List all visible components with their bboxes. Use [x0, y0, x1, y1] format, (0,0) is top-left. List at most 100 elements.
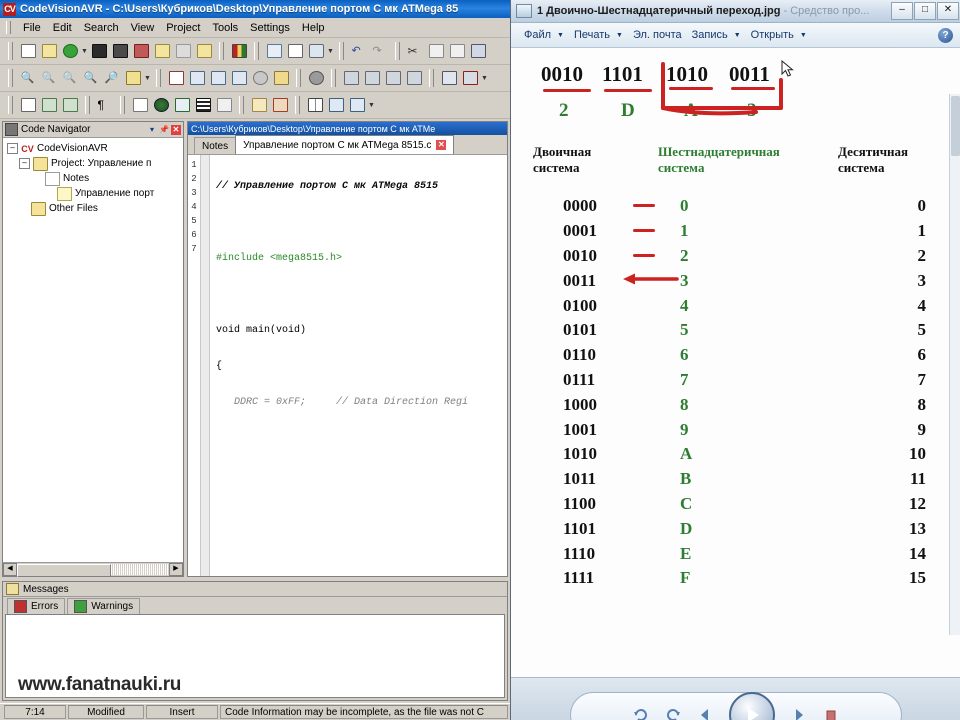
cut-button[interactable]: ✂: [405, 41, 425, 61]
open-file-button[interactable]: [39, 41, 59, 61]
page-setup-button[interactable]: [285, 41, 305, 61]
scrollbar-track[interactable]: [17, 564, 169, 577]
print-preview-button[interactable]: [264, 41, 284, 61]
code-navigator-toggle-button[interactable]: [130, 95, 150, 115]
window-dropdown-icon[interactable]: ▼: [368, 95, 375, 115]
refresh-project-button[interactable]: [173, 41, 193, 61]
toolbar-grip-5[interactable]: [395, 42, 400, 60]
toolbar3-grip[interactable]: [8, 96, 13, 114]
toolbar-item-email[interactable]: Эл. почта: [628, 29, 687, 41]
block-unindent-button[interactable]: [60, 95, 80, 115]
find-button[interactable]: 🔍: [18, 68, 38, 88]
library-button[interactable]: [229, 41, 249, 61]
toolbar2-grip-5[interactable]: [429, 69, 434, 87]
tab-errors[interactable]: Errors: [7, 598, 66, 614]
scrollbar-thumb[interactable]: [17, 564, 111, 577]
viewer-vertical-scrollbar[interactable]: [949, 94, 960, 635]
build-button[interactable]: [187, 68, 207, 88]
pin-icon[interactable]: 📌: [159, 125, 169, 135]
maximize-button[interactable]: □: [914, 2, 936, 20]
toolbar-item-burn[interactable]: Запись: [687, 29, 733, 41]
toolbar3-grip-3[interactable]: [120, 96, 125, 114]
cascade-windows-button[interactable]: [347, 95, 367, 115]
rebuild-button[interactable]: [229, 68, 249, 88]
messages-list[interactable]: [5, 614, 505, 698]
open-caret-icon[interactable]: ▼: [799, 32, 812, 39]
tile-vertical-button[interactable]: [305, 95, 325, 115]
toolbar-grip-4[interactable]: [339, 42, 344, 60]
save-as-button[interactable]: [110, 41, 130, 61]
indent-button[interactable]: [18, 95, 38, 115]
menu-item-search[interactable]: Search: [78, 21, 125, 35]
menu-grip[interactable]: [6, 21, 11, 34]
information-button[interactable]: [306, 68, 326, 88]
bookmark-4-button[interactable]: [404, 68, 424, 88]
find-next-button[interactable]: 🔍: [39, 68, 59, 88]
toolbar-item-file[interactable]: Файл: [519, 29, 556, 41]
toolbar2-grip[interactable]: [8, 69, 13, 87]
code-text-area[interactable]: // Управление портом С мк ATMega 8515 #i…: [210, 155, 507, 576]
print-dropdown-icon[interactable]: ▼: [327, 41, 334, 61]
image-canvas[interactable]: 0010 1101 1010 0011 2 D A 3 Двоичная сис…: [511, 48, 960, 677]
scroll-left-arrow-icon[interactable]: ◀: [3, 563, 17, 576]
previous-image-icon[interactable]: [697, 707, 713, 720]
copy-button[interactable]: [426, 41, 446, 61]
show-paragraph-marks-button[interactable]: ¶: [95, 95, 115, 115]
rotate-right-icon[interactable]: [665, 707, 681, 720]
close-icon[interactable]: ✕: [171, 124, 181, 135]
close-button[interactable]: ✕: [937, 2, 959, 20]
tools-dropdown-icon[interactable]: ▼: [481, 68, 488, 88]
save-all-button[interactable]: [131, 41, 151, 61]
tree-item-codevisionavr[interactable]: – CV CodeVisionAVR: [5, 141, 181, 156]
navigator-horizontal-scrollbar[interactable]: ◀ ▶: [3, 562, 183, 577]
toolbar3-grip-4[interactable]: [239, 96, 244, 114]
burn-caret-icon[interactable]: ▼: [733, 32, 746, 39]
find-previous-button[interactable]: 🔍: [60, 68, 80, 88]
scrollbar-thumb[interactable]: [951, 96, 960, 156]
menu-item-tools[interactable]: Tools: [206, 21, 244, 35]
toolbar-grip-3[interactable]: [254, 42, 259, 60]
close-file-button[interactable]: [152, 41, 172, 61]
menu-item-help[interactable]: Help: [296, 21, 331, 35]
print-caret-icon[interactable]: ▼: [615, 32, 628, 39]
chip-programmer-button[interactable]: [460, 68, 480, 88]
programmer-button[interactable]: [439, 68, 459, 88]
reload-button[interactable]: [60, 41, 80, 61]
bookmark-1-button[interactable]: [341, 68, 361, 88]
toolbar3-grip-5[interactable]: [295, 96, 300, 114]
find-in-files-button[interactable]: 🔎: [102, 68, 122, 88]
debugger-button[interactable]: [270, 95, 290, 115]
reload-dropdown-icon[interactable]: ▼: [81, 41, 88, 61]
replace-button[interactable]: 🔍: [81, 68, 101, 88]
next-image-icon[interactable]: [791, 707, 807, 720]
duplicate-button[interactable]: [214, 95, 234, 115]
menu-item-project[interactable]: Project: [160, 21, 206, 35]
tree-item-notes[interactable]: Notes: [5, 171, 181, 186]
menu-item-edit[interactable]: Edit: [47, 21, 78, 35]
redo-button[interactable]: ↷: [370, 41, 390, 61]
toolbar2-grip-4[interactable]: [331, 69, 336, 87]
tree-item-source-file[interactable]: Управление порт: [5, 186, 181, 201]
auto-hide-icon[interactable]: ▾: [147, 125, 157, 135]
undo-button[interactable]: ↶: [349, 41, 369, 61]
tree-item-other-files[interactable]: Other Files: [5, 201, 181, 216]
open-project-button[interactable]: [194, 41, 214, 61]
toolbar-item-open[interactable]: Открыть: [746, 29, 799, 41]
menu-item-view[interactable]: View: [125, 21, 161, 35]
tree-item-project[interactable]: – Project: Управление п: [5, 156, 181, 171]
goto-line-button[interactable]: [123, 68, 143, 88]
paste-special-button[interactable]: [468, 41, 488, 61]
toolbar-grip-2[interactable]: [219, 42, 224, 60]
code-editor[interactable]: 1 2 3 4 5 6 7 // Управление портом С мк …: [188, 155, 507, 576]
new-file-button[interactable]: [18, 41, 38, 61]
bookmark-2-button[interactable]: [362, 68, 382, 88]
toolbar2-grip-3[interactable]: [296, 69, 301, 87]
tree-expander[interactable]: –: [19, 158, 30, 169]
rotate-left-icon[interactable]: [633, 707, 649, 720]
toolbar3-grip-2[interactable]: [85, 96, 90, 114]
messages-toggle-button[interactable]: [249, 95, 269, 115]
menu-item-file[interactable]: File: [17, 21, 47, 35]
play-slideshow-button[interactable]: [729, 692, 775, 720]
tab-close-icon[interactable]: ✕: [436, 140, 447, 150]
clean-button[interactable]: [271, 68, 291, 88]
